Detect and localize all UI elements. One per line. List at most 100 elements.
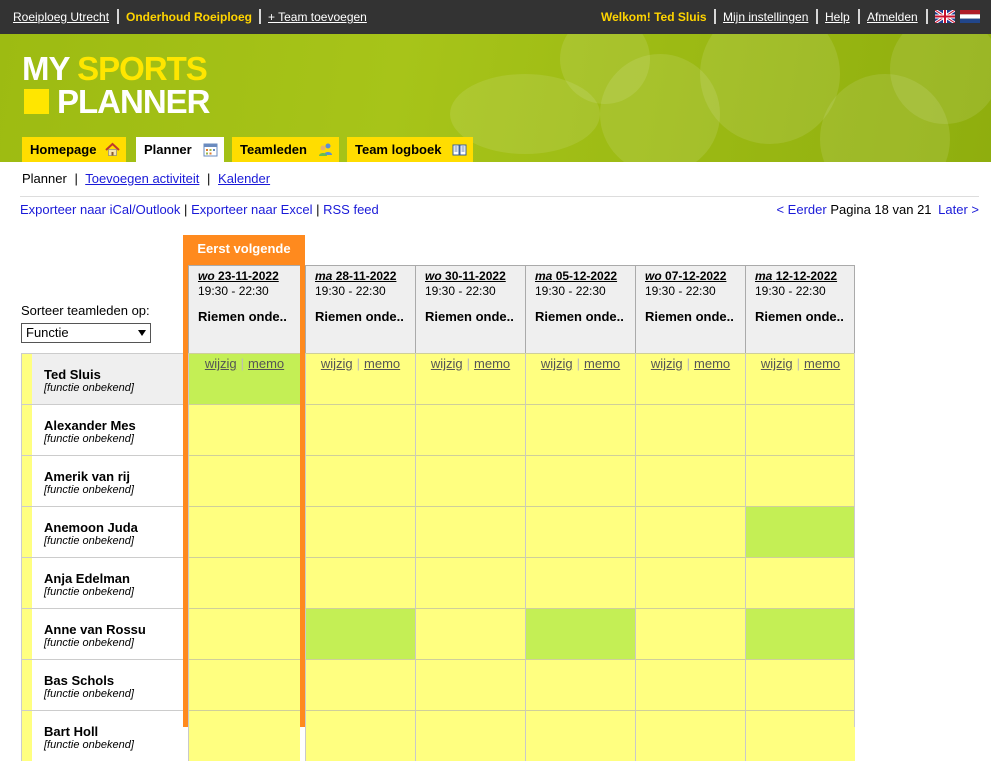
availability-cell[interactable] — [305, 404, 415, 455]
add-activity-link[interactable]: Toevoegen activiteit — [85, 171, 199, 186]
availability-cell[interactable] — [188, 506, 300, 557]
activity-title[interactable]: Riemen onde.. — [315, 309, 404, 324]
availability-cell[interactable] — [305, 608, 415, 659]
availability-cell[interactable] — [635, 557, 745, 608]
memo-link[interactable]: memo — [248, 356, 284, 371]
export-ical-link[interactable]: Exporteer naar iCal/Outlook — [20, 202, 180, 217]
availability-cell[interactable] — [525, 455, 635, 506]
availability-cell[interactable] — [745, 455, 855, 506]
availability-cell[interactable] — [305, 455, 415, 506]
maintenance-label[interactable]: Onderhoud Roeiploeg — [126, 10, 252, 24]
availability-cell[interactable] — [635, 710, 745, 761]
add-team-link[interactable]: + Team toevoegen — [268, 10, 367, 24]
availability-cell[interactable] — [745, 404, 855, 455]
availability-cell[interactable] — [525, 506, 635, 557]
edit-link[interactable]: wijzig — [205, 356, 237, 371]
date-link[interactable]: wo 07-12-2022 — [645, 269, 726, 283]
memo-link[interactable]: memo — [584, 356, 620, 371]
dutch-flag-icon[interactable] — [960, 10, 980, 23]
availability-cell[interactable] — [635, 455, 745, 506]
availability-cell[interactable] — [745, 659, 855, 710]
availability-cell[interactable] — [635, 404, 745, 455]
availability-cell[interactable] — [745, 710, 855, 761]
date-link[interactable]: ma 05-12-2022 — [535, 269, 617, 283]
availability-cell[interactable] — [525, 710, 635, 761]
member-name[interactable]: Ted Sluis — [44, 367, 101, 382]
availability-cell[interactable] — [745, 557, 855, 608]
date-link[interactable]: wo 30-11-2022 — [425, 269, 506, 283]
memo-link[interactable]: memo — [474, 356, 510, 371]
availability-cell[interactable] — [305, 506, 415, 557]
availability-cell[interactable] — [305, 659, 415, 710]
availability-cell[interactable] — [635, 608, 745, 659]
settings-link[interactable]: Mijn instellingen — [723, 10, 808, 24]
sort-select[interactable]: Functie — [21, 323, 151, 343]
date-link[interactable]: wo 23-11-2022 — [198, 269, 279, 283]
availability-cell[interactable]: wijzig | memo — [415, 353, 525, 404]
availability-cell[interactable] — [415, 557, 525, 608]
member-name[interactable]: Anne van Rossu — [44, 622, 146, 637]
previous-page-link[interactable]: < Eerder — [776, 202, 826, 217]
activity-title[interactable]: Riemen onde.. — [198, 309, 287, 324]
tab-team-logboek[interactable]: Team logboek — [347, 137, 473, 162]
availability-cell[interactable]: wijzig | memo — [188, 353, 300, 404]
rss-feed-link[interactable]: RSS feed — [323, 202, 379, 217]
availability-cell[interactable] — [305, 557, 415, 608]
activity-title[interactable]: Riemen onde.. — [645, 309, 734, 324]
tab-planner[interactable]: Planner — [136, 137, 224, 162]
availability-cell[interactable] — [635, 506, 745, 557]
availability-cell[interactable] — [635, 659, 745, 710]
availability-cell[interactable] — [525, 557, 635, 608]
help-link[interactable]: Help — [825, 10, 850, 24]
date-link[interactable]: ma 12-12-2022 — [755, 269, 837, 283]
availability-cell[interactable] — [188, 557, 300, 608]
availability-cell[interactable] — [188, 455, 300, 506]
activity-title[interactable]: Riemen onde.. — [535, 309, 624, 324]
edit-link[interactable]: wijzig — [651, 356, 683, 371]
member-name[interactable]: Bas Schols — [44, 673, 114, 688]
member-name[interactable]: Amerik van rij — [44, 469, 130, 484]
availability-cell[interactable] — [305, 710, 415, 761]
availability-cell[interactable] — [525, 404, 635, 455]
next-page-link[interactable]: Later > — [938, 202, 979, 217]
tab-teamleden[interactable]: Teamleden — [232, 137, 339, 162]
team-link[interactable]: Roeiploeg Utrecht — [13, 10, 109, 24]
availability-cell[interactable] — [525, 659, 635, 710]
activity-title[interactable]: Riemen onde.. — [425, 309, 514, 324]
availability-cell[interactable] — [415, 455, 525, 506]
availability-cell[interactable] — [188, 608, 300, 659]
availability-cell[interactable] — [745, 608, 855, 659]
availability-cell[interactable]: wijzig | memo — [635, 353, 745, 404]
date-link[interactable]: ma 28-11-2022 — [315, 269, 396, 283]
calendar-link[interactable]: Kalender — [218, 171, 270, 186]
member-name[interactable]: Anemoon Juda — [44, 520, 138, 535]
availability-cell[interactable]: wijzig | memo — [525, 353, 635, 404]
availability-cell[interactable] — [415, 710, 525, 761]
edit-link[interactable]: wijzig — [431, 356, 463, 371]
availability-cell[interactable] — [188, 710, 300, 761]
member-name[interactable]: Anja Edelman — [44, 571, 130, 586]
edit-link[interactable]: wijzig — [321, 356, 353, 371]
memo-link[interactable]: memo — [364, 356, 400, 371]
logout-link[interactable]: Afmelden — [867, 10, 918, 24]
edit-link[interactable]: wijzig — [761, 356, 793, 371]
availability-cell[interactable] — [415, 404, 525, 455]
availability-cell[interactable] — [415, 506, 525, 557]
member-name[interactable]: Alexander Mes — [44, 418, 136, 433]
availability-cell[interactable] — [745, 506, 855, 557]
member-name[interactable]: Bart Holl — [44, 724, 98, 739]
availability-cell[interactable] — [415, 659, 525, 710]
export-excel-link[interactable]: Exporteer naar Excel — [191, 202, 312, 217]
availability-cell[interactable]: wijzig | memo — [305, 353, 415, 404]
availability-cell[interactable] — [415, 608, 525, 659]
availability-cell[interactable] — [525, 608, 635, 659]
english-flag-icon[interactable] — [935, 10, 955, 23]
availability-cell[interactable] — [188, 404, 300, 455]
memo-link[interactable]: memo — [804, 356, 840, 371]
availability-cell[interactable]: wijzig | memo — [745, 353, 855, 404]
edit-link[interactable]: wijzig — [541, 356, 573, 371]
availability-cell[interactable] — [188, 659, 300, 710]
tab-homepage[interactable]: Homepage — [22, 137, 126, 162]
logo[interactable]: MY SPORTS — [22, 52, 208, 86]
memo-link[interactable]: memo — [694, 356, 730, 371]
